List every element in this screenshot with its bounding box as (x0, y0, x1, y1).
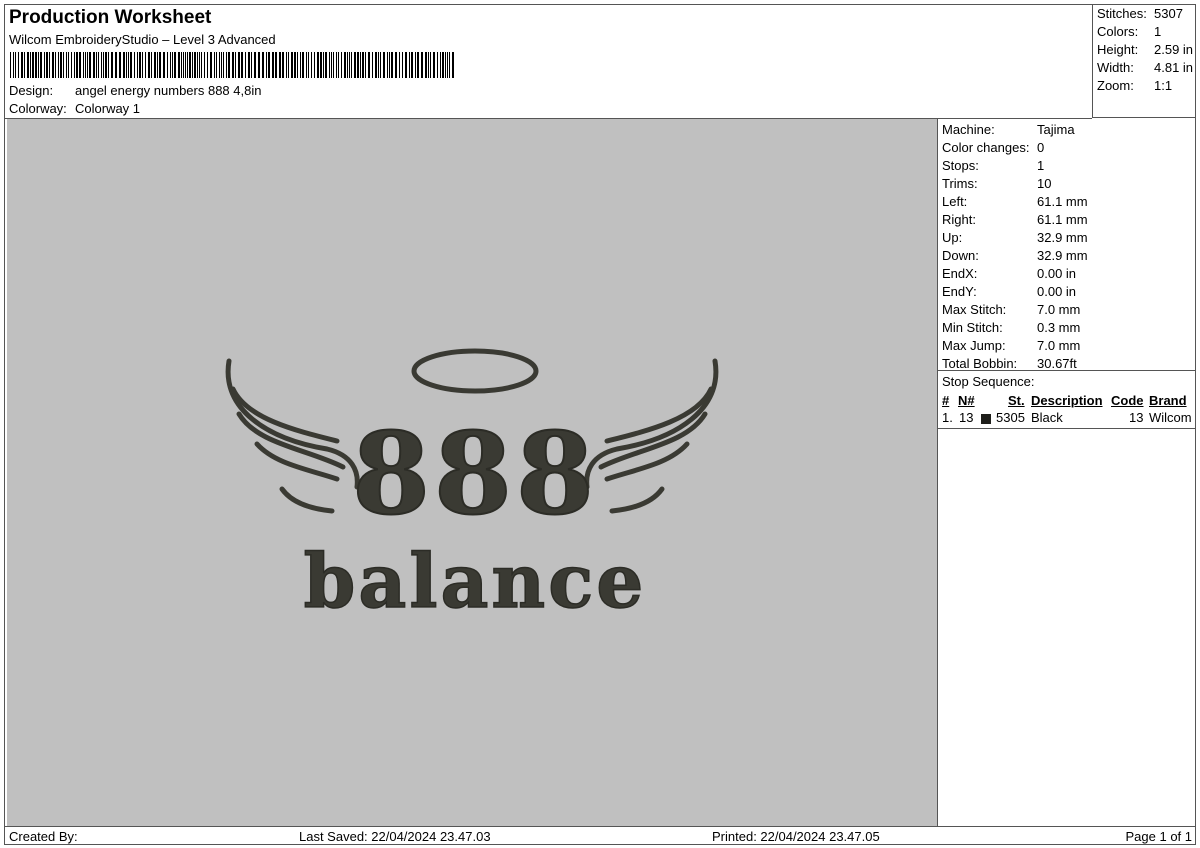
detail-value: 32.9 mm (1037, 230, 1088, 245)
halo-shape (411, 348, 539, 394)
detail-label: Down: (942, 248, 979, 263)
software-name: Wilcom EmbroideryStudio – Level 3 Advanc… (9, 32, 276, 47)
created-by: Created By: (9, 829, 78, 844)
detail-endx: EndX: 0.00 in (942, 265, 1076, 283)
detail-label: Right: (942, 212, 976, 227)
colorway-label: Colorway: (9, 101, 67, 116)
detail-value: 0.00 in (1037, 266, 1077, 281)
detail-label: EndX: (942, 266, 978, 281)
row-description: Black (1031, 410, 1063, 425)
detail-label: EndY: (942, 284, 977, 299)
detail-value: 61.1 mm (1037, 212, 1088, 227)
row-index: 1. (942, 410, 953, 425)
table-divider (938, 428, 1196, 429)
detail-label: Left: (942, 194, 968, 209)
detail-max-jump: Max Jump: 7.0 mm (942, 337, 1080, 355)
detail-label: Max Jump: (942, 338, 1006, 353)
column-header: N# (958, 393, 975, 408)
summary-zoom: Zoom: 1:1 (1097, 78, 1172, 93)
detail-value: 0.3 mm (1037, 320, 1081, 335)
summary-value: 1 (1154, 24, 1162, 39)
detail-value: 32.9 mm (1037, 248, 1088, 263)
detail-value: 30.67ft (1037, 356, 1077, 371)
page-number: Page 1 of 1 (1125, 829, 1193, 844)
left-wing-shape (225, 358, 360, 514)
design-preview: 888 balance (7, 119, 937, 826)
summary-value: 1:1 (1154, 78, 1173, 93)
detail-min-stitch: Min Stitch: 0.3 mm (942, 319, 1080, 337)
detail-value: 7.0 mm (1037, 302, 1081, 317)
colorway-value: Colorway 1 (75, 101, 141, 116)
summary-label: Zoom: (1097, 78, 1134, 93)
column-header: Brand (1149, 393, 1187, 408)
design-digits: 888 (352, 409, 598, 540)
row-needle: 13 (959, 410, 974, 425)
summary-panel: Stitches: 5307 Colors: 1 Height: 2.59 in Wi… (1092, 5, 1196, 118)
printed-date: Printed: 22/04/2024 23.47.05 (712, 829, 880, 844)
detail-color-changes: Color changes: 0 (942, 139, 1044, 157)
row-brand: Wilcom (1149, 410, 1192, 425)
column-header: Code (1111, 393, 1144, 408)
detail-label: Stops: (942, 158, 979, 173)
summary-width: Width: 4.81 in (1097, 60, 1193, 75)
colorway-row: Colorway: Colorway 1 (9, 101, 140, 116)
detail-endy: EndY: 0.00 in (942, 283, 1076, 301)
detail-value: 1 (1037, 158, 1045, 173)
summary-colors: Colors: 1 (1097, 24, 1161, 39)
detail-label: Min Stitch: (942, 320, 1003, 335)
table-row: 1. 13 5305 Black 13 Wilcom (938, 410, 1196, 427)
summary-label: Height: (1097, 42, 1139, 57)
detail-max-stitch: Max Stitch: 7.0 mm (942, 301, 1080, 319)
column-header: Description (1031, 393, 1103, 408)
worksheet-footer: Created By: Last Saved: 22/04/2024 23.47… (5, 826, 1196, 846)
design-row: Design: angel energy numbers 888 4,8in (9, 83, 261, 98)
summary-stitches: Stitches: 5307 (1097, 6, 1183, 21)
summary-value: 4.81 in (1154, 60, 1194, 75)
detail-label: Trims: (942, 176, 978, 191)
row-stitches: 5305 (996, 410, 1025, 425)
machine-details-panel: Machine: Tajima Color changes: 0 Stops: 1 T… (937, 118, 1196, 826)
design-value: angel energy numbers 888 4,8in (75, 83, 262, 98)
detail-machine: Machine: Tajima (942, 121, 1075, 139)
right-wing-shape (584, 358, 719, 514)
summary-value: 5307 (1154, 6, 1183, 21)
summary-height: Height: 2.59 in (1097, 42, 1193, 57)
row-code: 13 (1129, 410, 1144, 425)
table-header-row: # N# St. Description Code Brand (938, 393, 1196, 410)
detail-value: 0.00 in (1037, 284, 1077, 299)
column-header: St. (1008, 393, 1025, 408)
detail-right: Right: 61.1 mm (942, 211, 1088, 229)
worksheet: Production Worksheet Wilcom EmbroiderySt… (4, 4, 1196, 845)
last-saved: Last Saved: 22/04/2024 23.47.03 (299, 829, 491, 844)
detail-value: 0 (1037, 140, 1045, 155)
summary-value: 2.59 in (1154, 42, 1194, 57)
stop-sequence-section: Stop Sequence: # N# St. Description Code… (938, 370, 1196, 429)
detail-trims: Trims: 10 (942, 175, 1051, 193)
embroidery-design-image: 888 balance (225, 348, 719, 626)
worksheet-title: Production Worksheet (9, 7, 212, 28)
summary-label: Width: (1097, 60, 1134, 75)
barcode (10, 52, 454, 78)
detail-left: Left: 61.1 mm (942, 193, 1088, 211)
detail-value: Tajima (1037, 122, 1075, 137)
design-label: Design: (9, 83, 54, 98)
worksheet-header: Production Worksheet Wilcom EmbroiderySt… (5, 5, 1092, 119)
stop-sequence-label: Stop Sequence: (942, 374, 1035, 389)
detail-label: Up: (942, 230, 963, 245)
detail-stops: Stops: 1 (942, 157, 1044, 175)
detail-down: Down: 32.9 mm (942, 247, 1088, 265)
design-word: balance (304, 539, 647, 625)
detail-label: Machine: (942, 122, 995, 137)
summary-label: Colors: (1097, 24, 1139, 39)
detail-value: 10 (1037, 176, 1052, 191)
detail-value: 61.1 mm (1037, 194, 1088, 209)
color-swatch-icon (981, 414, 991, 424)
detail-label: Color changes: (942, 140, 1030, 155)
detail-value: 7.0 mm (1037, 338, 1081, 353)
detail-up: Up: 32.9 mm (942, 229, 1088, 247)
column-header: # (942, 393, 950, 408)
detail-label: Max Stitch: (942, 302, 1007, 317)
summary-label: Stitches: (1097, 6, 1147, 21)
